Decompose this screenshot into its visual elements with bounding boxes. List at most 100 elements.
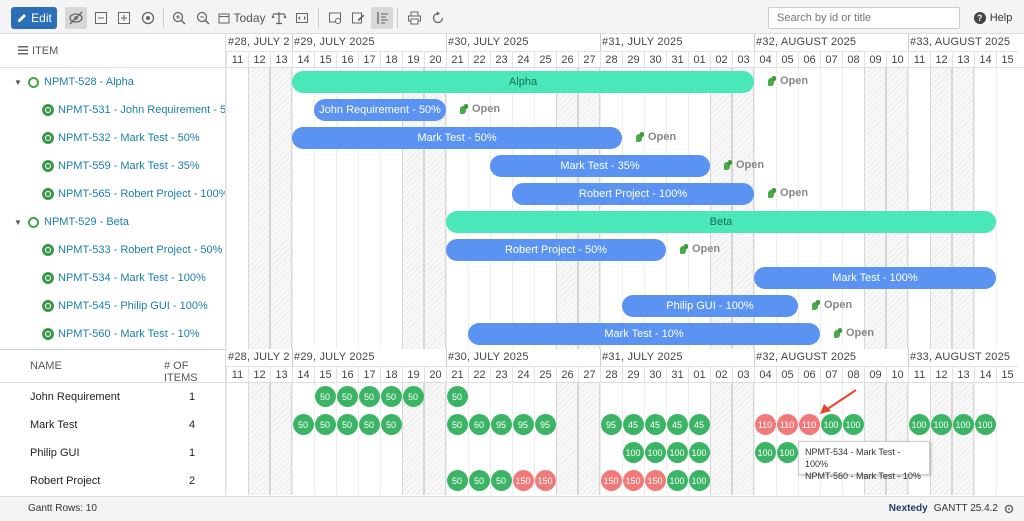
load-dot[interactable]: 100 xyxy=(930,414,952,435)
load-dot[interactable]: 150 xyxy=(600,470,622,491)
load-dot[interactable]: 50 xyxy=(446,386,468,407)
edit-button[interactable]: Edit xyxy=(11,7,57,29)
load-dot[interactable]: 50 xyxy=(490,470,512,491)
load-dot[interactable]: 50 xyxy=(292,414,314,435)
collapse-caret-icon[interactable]: ▼ xyxy=(14,218,22,227)
target-icon[interactable] xyxy=(137,7,159,29)
gantt-bar[interactable]: Philip GUI - 100% xyxy=(622,295,798,317)
gantt-bar[interactable]: Robert Project - 100% xyxy=(512,183,754,205)
tree-row-npmt-529[interactable]: ▼ NPMT-529 - Beta xyxy=(0,208,225,236)
resource-row[interactable]: John Requirement 1 xyxy=(0,383,226,411)
name-column-header[interactable]: NAME xyxy=(30,360,62,372)
load-dot[interactable]: 100 xyxy=(776,442,798,463)
zoom-out-icon[interactable] xyxy=(192,7,214,29)
balance-icon[interactable] xyxy=(268,7,290,29)
gantt-bar[interactable]: Mark Test - 10% xyxy=(468,323,820,345)
tree-row-label[interactable]: NPMT-565 - Robert Project - 100% xyxy=(58,188,225,200)
gantt-bar[interactable]: Beta xyxy=(446,211,996,233)
load-dot[interactable]: 50 xyxy=(358,414,380,435)
gantt-bar[interactable]: Robert Project - 50% xyxy=(446,239,666,261)
edit-list-icon[interactable] xyxy=(347,7,369,29)
load-dot[interactable]: 95 xyxy=(512,414,534,435)
tree-row-npmt-559[interactable]: NPMT-559 - Mark Test - 35% xyxy=(0,152,225,180)
load-dot[interactable]: 95 xyxy=(490,414,512,435)
load-dot[interactable]: 50 xyxy=(336,386,358,407)
today-button[interactable]: Today xyxy=(218,7,266,29)
tree-row-label[interactable]: NPMT-529 - Beta xyxy=(44,216,129,228)
hide-icon[interactable] xyxy=(65,7,87,29)
load-dot[interactable]: 100 xyxy=(666,470,688,491)
load-dot[interactable]: 150 xyxy=(512,470,534,491)
help-button[interactable]: ? Help xyxy=(968,7,1018,29)
fit-icon[interactable] xyxy=(291,7,313,29)
tree-row-npmt-533[interactable]: NPMT-533 - Robert Project - 50% xyxy=(0,236,225,264)
tree-row-npmt-532[interactable]: NPMT-532 - Mark Test - 50% xyxy=(0,124,225,152)
load-dot[interactable]: 100 xyxy=(974,414,996,435)
load-dot[interactable]: 100 xyxy=(688,470,710,491)
tree-row-npmt-528[interactable]: ▼ NPMT-528 - Alpha xyxy=(0,68,225,96)
load-dot[interactable]: 50 xyxy=(446,414,468,435)
tree-row-label[interactable]: NPMT-559 - Mark Test - 35% xyxy=(58,160,200,172)
load-dot[interactable]: 50 xyxy=(380,414,402,435)
load-dot[interactable]: 110 xyxy=(776,414,798,435)
tree-row-npmt-534[interactable]: NPMT-534 - Mark Test - 100% xyxy=(0,264,225,292)
search-input[interactable] xyxy=(768,7,960,29)
load-dot[interactable]: 150 xyxy=(622,470,644,491)
gantt-bar[interactable]: Alpha xyxy=(292,71,754,93)
collapse-caret-icon[interactable]: ▼ xyxy=(14,78,22,87)
tree-row-npmt-531[interactable]: NPMT-531 - John Requirement - 50% xyxy=(0,96,225,124)
tree-row-label[interactable]: NPMT-528 - Alpha xyxy=(44,76,134,88)
load-dot[interactable]: 100 xyxy=(820,414,842,435)
tree-row-label[interactable]: NPMT-533 - Robert Project - 50% xyxy=(58,244,222,256)
tree-row-label[interactable]: NPMT-545 - Philip GUI - 100% xyxy=(58,300,208,312)
print-icon[interactable] xyxy=(403,7,425,29)
load-dot[interactable]: 100 xyxy=(952,414,974,435)
load-dot[interactable]: 110 xyxy=(798,414,820,435)
load-dot[interactable]: 100 xyxy=(842,414,864,435)
expand-icon[interactable] xyxy=(113,7,135,29)
zoom-in-icon[interactable] xyxy=(168,7,190,29)
load-dot[interactable]: 100 xyxy=(908,414,930,435)
gear-icon[interactable] xyxy=(1004,504,1014,514)
tree-row-npmt-560[interactable]: NPMT-560 - Mark Test - 10% xyxy=(0,320,225,348)
brand-logo[interactable]: Nextedy xyxy=(889,503,928,514)
gantt-bar[interactable]: Mark Test - 35% xyxy=(490,155,710,177)
load-dot[interactable]: 50 xyxy=(314,386,336,407)
gantt-bar[interactable]: Mark Test - 100% xyxy=(754,267,996,289)
load-dot[interactable]: 50 xyxy=(314,414,336,435)
load-dot[interactable]: 45 xyxy=(688,414,710,435)
load-dot[interactable]: 100 xyxy=(644,442,666,463)
load-dot[interactable]: 150 xyxy=(534,470,556,491)
tree-row-npmt-565[interactable]: NPMT-565 - Robert Project - 100% xyxy=(0,180,225,208)
load-dot[interactable]: 50 xyxy=(468,470,490,491)
settings-icon[interactable] xyxy=(324,7,346,29)
load-dot[interactable]: 60 xyxy=(468,414,490,435)
load-dot[interactable]: 45 xyxy=(666,414,688,435)
collapse-icon[interactable] xyxy=(90,7,112,29)
gantt-bar[interactable]: Mark Test - 50% xyxy=(292,127,622,149)
gantt-bar[interactable]: John Requirement - 50% xyxy=(314,99,446,121)
tree-row-label[interactable]: NPMT-560 - Mark Test - 10% xyxy=(58,328,200,340)
tree-row-label[interactable]: NPMT-534 - Mark Test - 100% xyxy=(58,272,206,284)
resource-row[interactable]: Mark Test 4 xyxy=(0,411,226,439)
load-dot[interactable]: 95 xyxy=(600,414,622,435)
tree-row-label[interactable]: NPMT-531 - John Requirement - 50% xyxy=(58,104,225,116)
load-dot[interactable]: 110 xyxy=(754,414,776,435)
load-dot[interactable]: 45 xyxy=(644,414,666,435)
load-dot[interactable]: 50 xyxy=(402,386,424,407)
load-dot[interactable]: 100 xyxy=(688,442,710,463)
item-column-header[interactable]: ITEM xyxy=(0,34,226,68)
load-dot[interactable]: 100 xyxy=(622,442,644,463)
tree-row-npmt-545[interactable]: NPMT-545 - Philip GUI - 100% xyxy=(0,292,225,320)
count-column-header[interactable]: # OF ITEMS xyxy=(164,360,225,384)
refresh-icon[interactable] xyxy=(427,7,449,29)
resource-row[interactable]: Philip GUI 1 xyxy=(0,439,226,467)
load-dot[interactable]: 50 xyxy=(358,386,380,407)
load-dot[interactable]: 100 xyxy=(666,442,688,463)
load-dot[interactable]: 100 xyxy=(754,442,776,463)
tree-row-label[interactable]: NPMT-532 - Mark Test - 50% xyxy=(58,132,200,144)
load-dot[interactable]: 50 xyxy=(336,414,358,435)
load-dot[interactable]: 50 xyxy=(446,470,468,491)
load-dot[interactable]: 50 xyxy=(380,386,402,407)
sort-icon[interactable] xyxy=(371,7,393,29)
